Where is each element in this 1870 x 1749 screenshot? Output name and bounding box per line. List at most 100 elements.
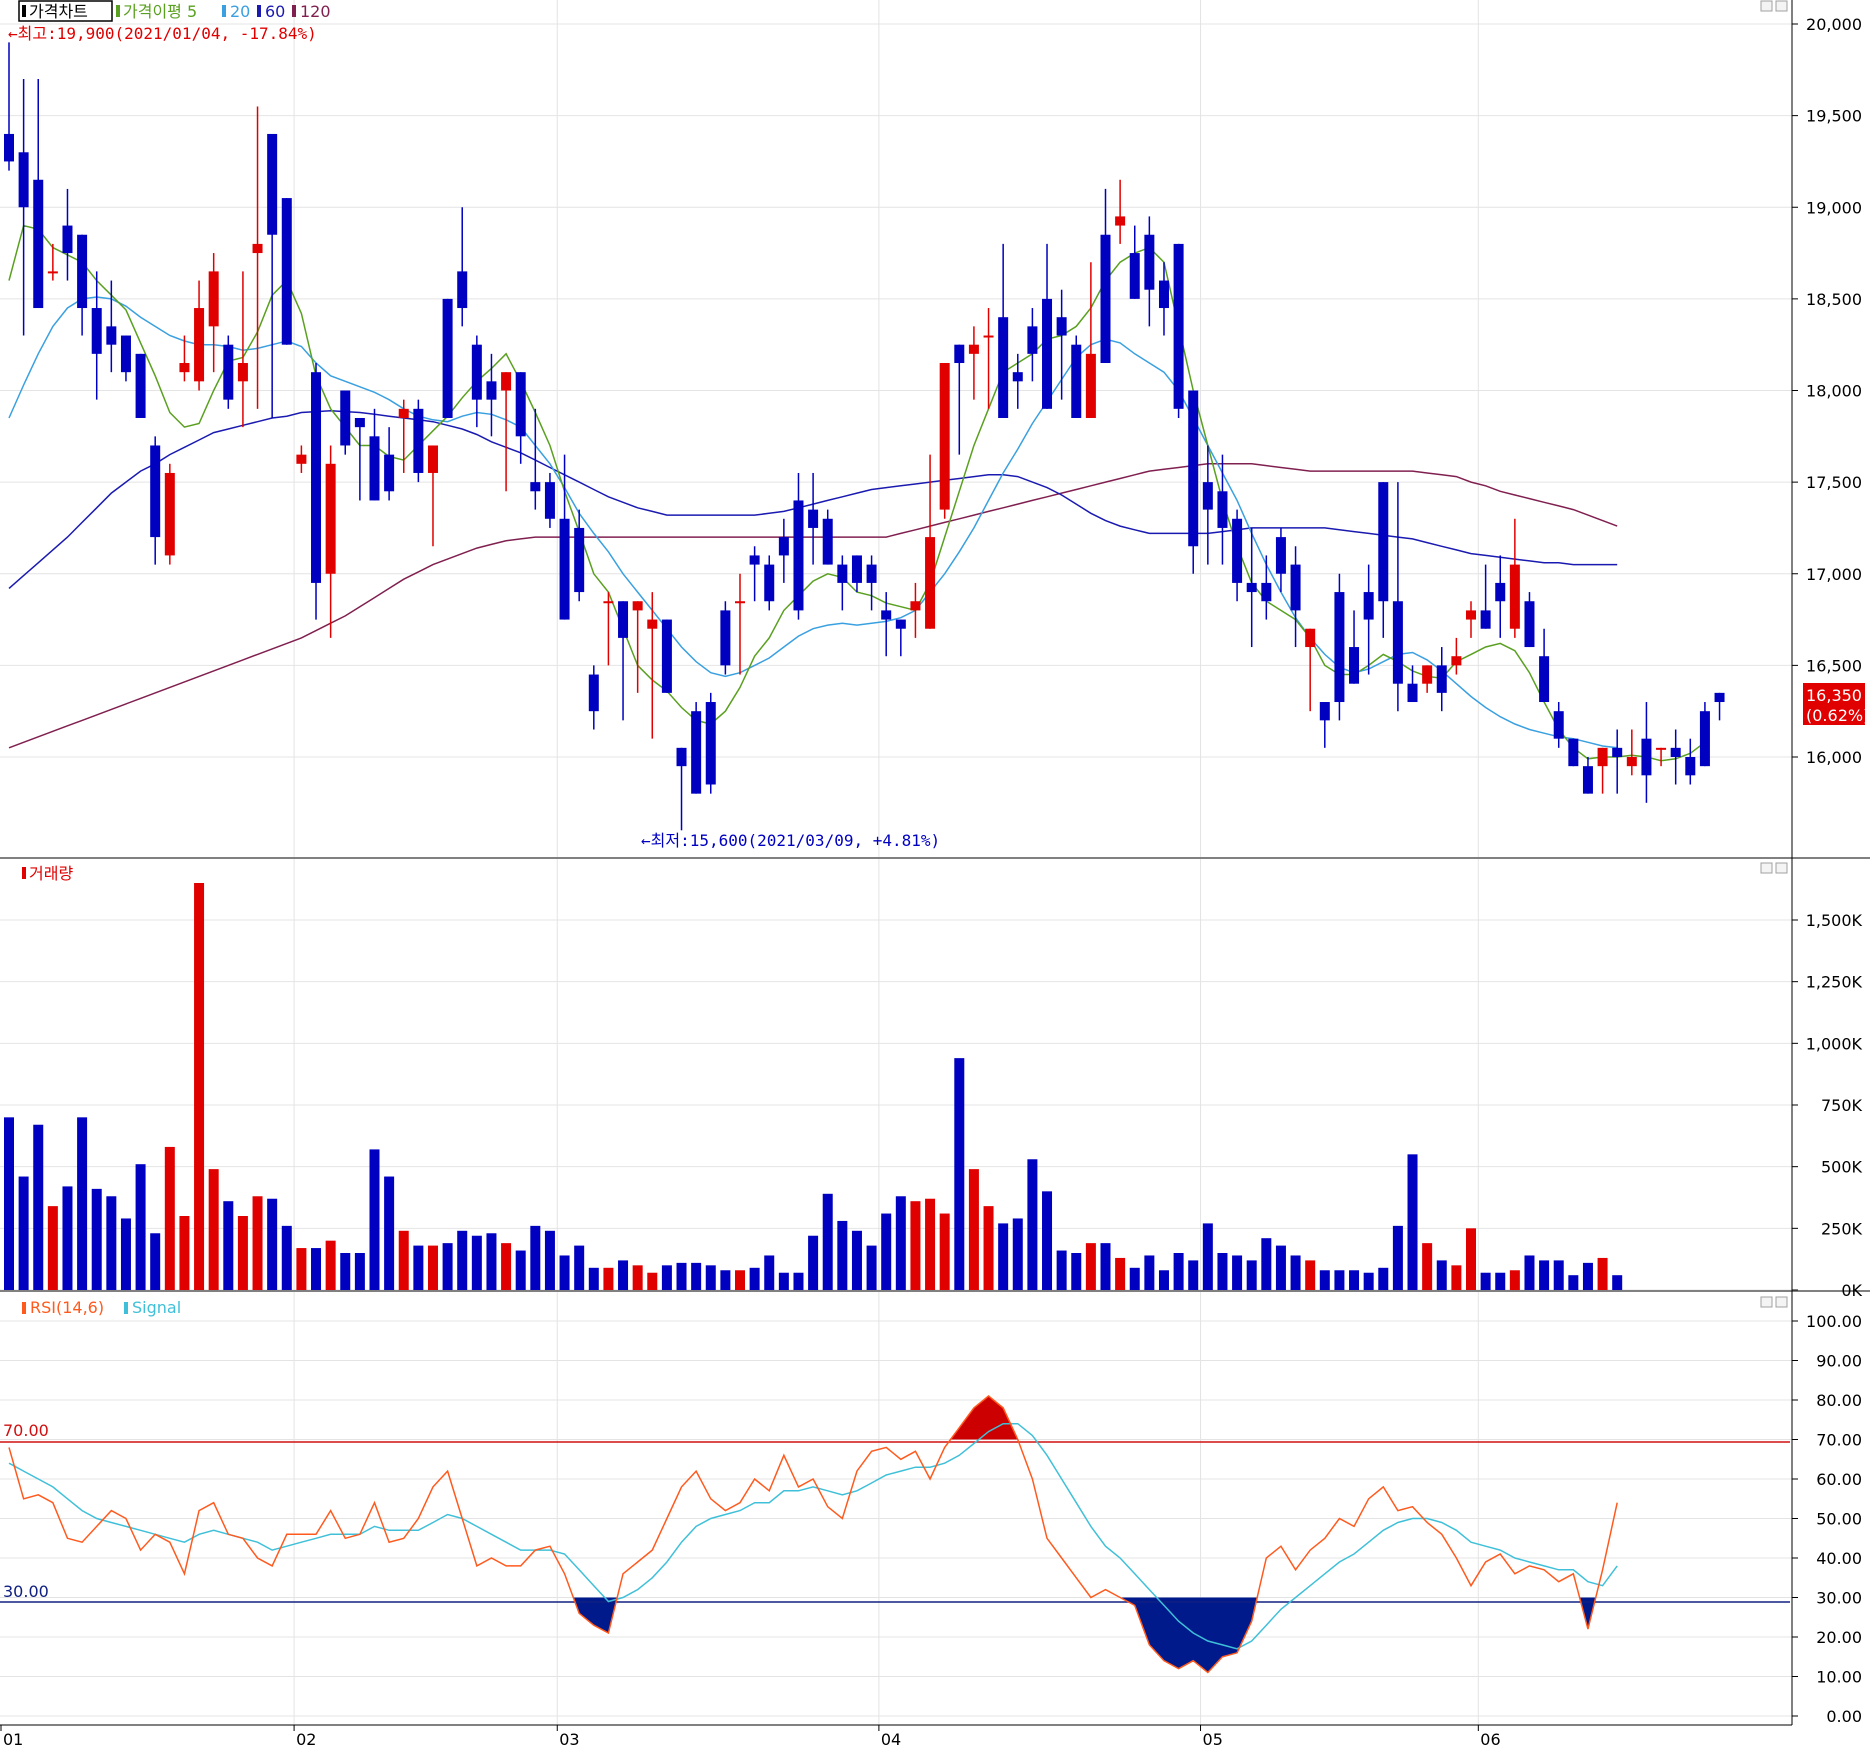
candle-body (413, 408, 424, 473)
volume-bar (208, 1169, 219, 1290)
candle-body (983, 335, 994, 338)
volume-bar (501, 1243, 512, 1290)
high-price-annotation: ←최고:19,900(2021/01/04, -17.84%) (8, 24, 317, 43)
rsi-tick-label: 100.00 (1806, 1312, 1862, 1331)
candle-body (194, 308, 205, 382)
candle-body (296, 454, 307, 464)
volume-bar (632, 1265, 643, 1290)
candle-body (1042, 298, 1053, 409)
volume-bar (369, 1149, 380, 1290)
candle-body (895, 619, 906, 629)
candle-body (4, 133, 14, 162)
volume-bar (252, 1196, 263, 1290)
signal-legend-label: Signal (132, 1298, 181, 1317)
price-chart-title: 가격차트 (29, 2, 88, 21)
candle-body (1100, 234, 1111, 364)
rsi-tick-label: 40.00 (1816, 1549, 1862, 1568)
price-tick-label: 17,500 (1806, 473, 1862, 492)
legend-marker-icon (257, 5, 261, 17)
volume-bar (1012, 1218, 1023, 1290)
price-tick-label: 17,000 (1806, 565, 1862, 584)
candle-body (632, 601, 643, 611)
candle-body (1553, 711, 1564, 739)
volume-bar (398, 1230, 409, 1290)
maximize-icon[interactable] (1760, 1296, 1773, 1308)
candle-body (1246, 582, 1257, 593)
close-icon[interactable] (1775, 1296, 1788, 1308)
candle-body (77, 234, 88, 309)
candle-body (954, 344, 965, 364)
candle-body (1407, 683, 1418, 703)
overbought-label: 70.00 (3, 1421, 49, 1440)
volume-bar (1202, 1223, 1213, 1290)
x-tick-label: 05 (1203, 1730, 1223, 1749)
close-icon[interactable] (1775, 0, 1788, 12)
candle-body (369, 436, 380, 501)
volume-tick-label: 1,500K (1806, 911, 1863, 930)
candle-body (471, 344, 482, 400)
volume-bar (588, 1267, 599, 1290)
candle-body (1699, 711, 1710, 767)
volume-bar (1115, 1257, 1126, 1290)
candle-body (778, 537, 789, 556)
candle-body (808, 509, 819, 528)
ma120-legend-label: 120 (300, 2, 331, 21)
legend-marker-icon (124, 1302, 128, 1314)
x-tick-label: 03 (559, 1730, 579, 1749)
volume-bar (267, 1198, 278, 1290)
volume-bar (1261, 1238, 1272, 1290)
volume-bar (1422, 1243, 1433, 1290)
volume-bar (705, 1265, 716, 1290)
candle-body (1071, 344, 1082, 418)
rsi-tick-label: 60.00 (1816, 1470, 1862, 1489)
last-price-change: (0.62%) (1806, 706, 1869, 725)
candle-body (1319, 702, 1330, 721)
volume-tick-label: 1,250K (1806, 973, 1863, 992)
volume-bar (881, 1213, 892, 1290)
volume-bar (895, 1196, 906, 1290)
candle-body (1466, 610, 1476, 620)
candle-body (1422, 665, 1433, 684)
close-icon[interactable] (1775, 862, 1788, 874)
candle-body (764, 564, 775, 602)
candle-body (676, 747, 687, 767)
maximize-icon[interactable] (1760, 862, 1773, 874)
candle-body (398, 408, 409, 418)
volume-tick-label: 0K (1841, 1281, 1862, 1300)
low-price-annotation: ←최저:15,600(2021/03/09, +4.81%) (641, 831, 940, 850)
volume-bar (647, 1272, 658, 1290)
candle-body (501, 372, 512, 391)
volume-bar (384, 1176, 395, 1290)
candle-body (1085, 353, 1096, 418)
volume-bar (822, 1193, 833, 1290)
volume-bar (661, 1265, 672, 1290)
volume-bar (1188, 1260, 1199, 1290)
volume-tick-label: 1,000K (1806, 1034, 1863, 1053)
volume-bar (1129, 1267, 1140, 1290)
rsi-title: RSI(14,6) (30, 1298, 104, 1317)
volume-bar (1597, 1257, 1608, 1290)
candle-body (1349, 647, 1360, 684)
candle-body (1524, 601, 1535, 648)
volume-bar (1495, 1272, 1506, 1290)
volume-bar (749, 1267, 760, 1290)
volume-bar (1582, 1262, 1593, 1290)
rsi-tick-label: 50.00 (1816, 1510, 1862, 1529)
volume-title: 거래량 (29, 864, 73, 883)
volume-bar (1466, 1228, 1476, 1290)
maximize-icon[interactable] (1760, 0, 1773, 12)
candle-body (1392, 601, 1403, 684)
volume-bar (515, 1250, 526, 1290)
volume-bar (1173, 1253, 1184, 1290)
candle-body (1290, 564, 1301, 611)
volume-bar (1392, 1225, 1403, 1290)
candle-body (311, 372, 322, 583)
volume-bar (1158, 1270, 1169, 1290)
volume-bar (1100, 1243, 1111, 1290)
candle-body (457, 271, 468, 309)
candle-body (1305, 628, 1316, 648)
candle-body (486, 381, 497, 400)
volume-bar (1290, 1255, 1301, 1290)
candle-body (618, 601, 629, 638)
candle-body (1056, 317, 1067, 336)
